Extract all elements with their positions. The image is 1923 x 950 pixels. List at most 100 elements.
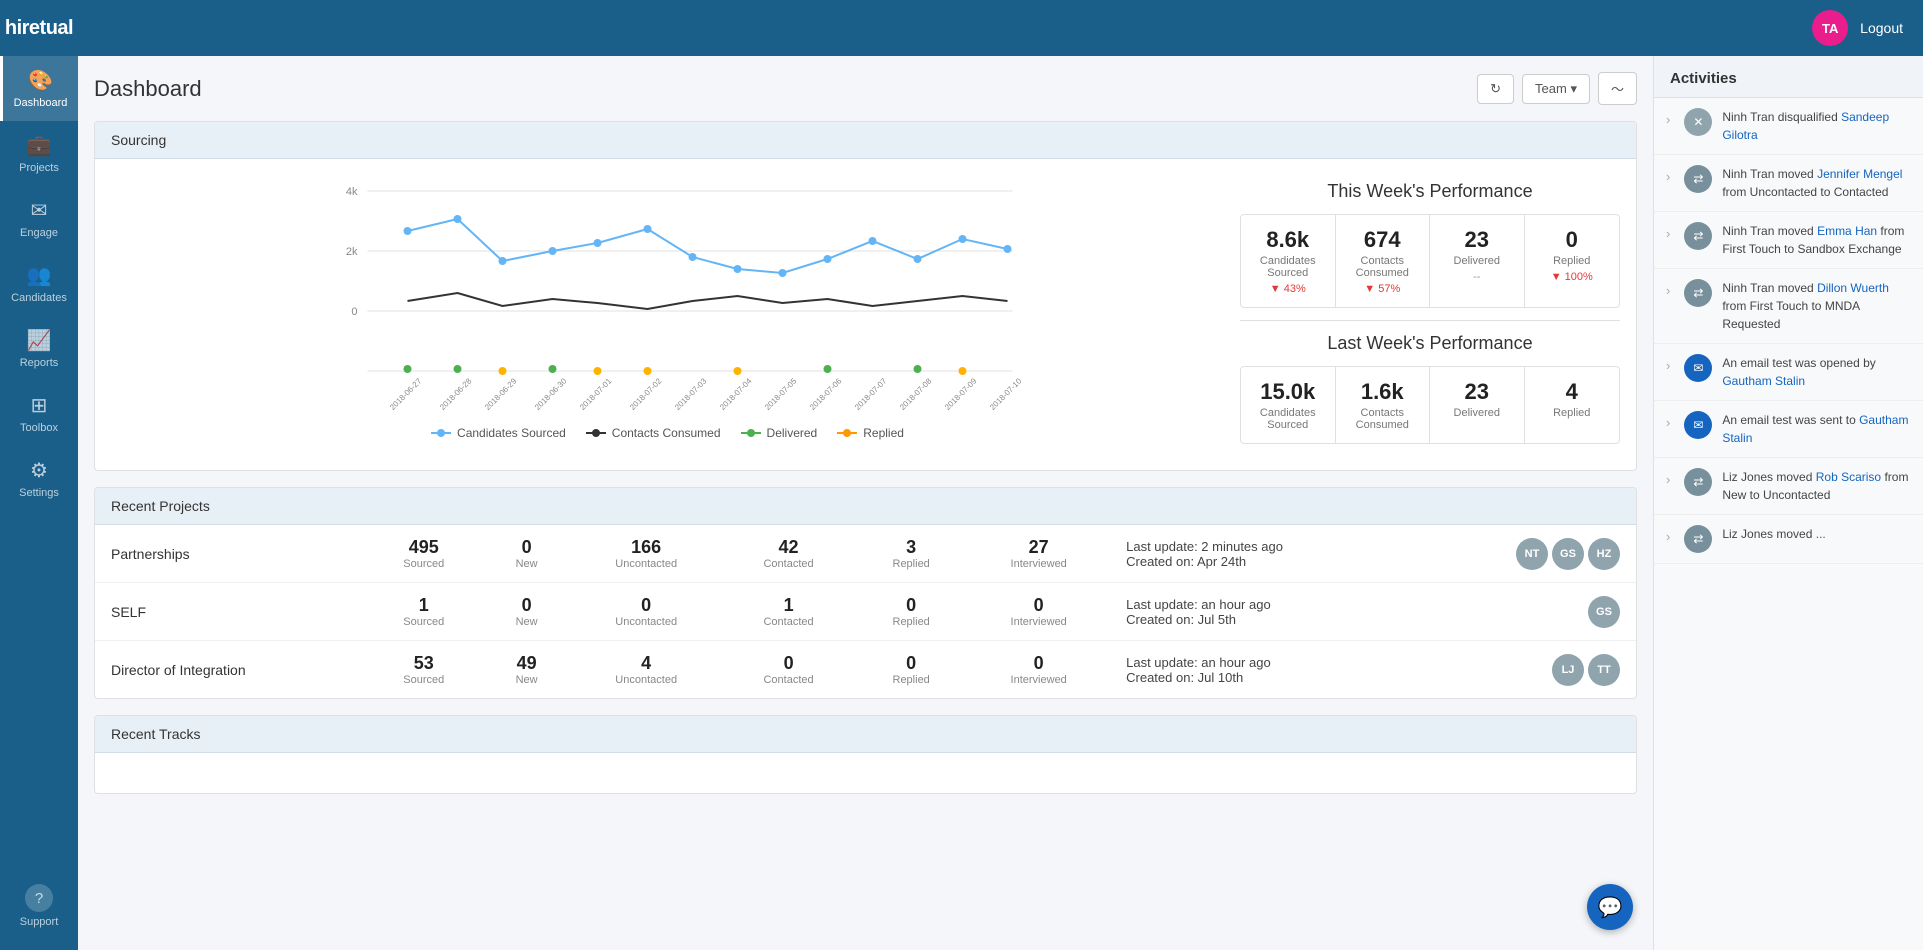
activity-link[interactable]: Gautham Stalin (1722, 413, 1908, 445)
sidebar-item-support[interactable]: ? Support (0, 872, 78, 940)
sidebar-bottom: ? Support (0, 872, 78, 950)
sidebar-item-settings[interactable]: ⚙ Settings (0, 446, 78, 511)
sidebar-item-candidates[interactable]: 👥 Candidates (0, 251, 78, 316)
activity-text: Ninh Tran disqualified Sandeep Gilotra (1722, 108, 1911, 144)
recent-projects-header: Recent Projects (95, 488, 1636, 525)
activity-text: Liz Jones moved ... (1722, 525, 1825, 543)
activity-text: Ninh Tran moved Dillon Wuerth from First… (1722, 279, 1911, 333)
table-row[interactable]: SELF 1 Sourced 0 New 0 Uncontacted 1 Con… (95, 583, 1636, 641)
project-avatars: NTGSHZ (1416, 525, 1636, 583)
page-header: Dashboard ↻ Team ▾ 〜 (94, 72, 1637, 105)
project-meta: Last update: an hour ago Created on: Jul… (1110, 641, 1416, 699)
activity-item: › ⇄ Ninh Tran moved Emma Han from First … (1654, 212, 1923, 269)
disqualify-icon: ✕ (1684, 108, 1712, 136)
activity-link[interactable]: Emma Han (1817, 224, 1877, 238)
avatar: TT (1588, 654, 1620, 686)
this-week-title: This Week's Performance (1240, 181, 1620, 202)
recent-tracks-card: Recent Tracks (94, 715, 1637, 794)
legend-contacts-consumed: Contacts Consumed (586, 426, 721, 440)
legend-candidates-sourced: Candidates Sourced (431, 426, 566, 440)
activity-link[interactable]: Dillon Wuerth (1817, 281, 1889, 295)
line-chart-svg: 4k 2k 0 (111, 171, 1224, 411)
main-content-area: Dashboard ↻ Team ▾ 〜 Sourcing (78, 56, 1653, 950)
activities-title: Activities (1654, 56, 1923, 98)
svg-text:2k: 2k (346, 246, 358, 258)
chevron-right-icon: › (1666, 226, 1670, 241)
svg-text:2018-07-01: 2018-07-01 (578, 376, 614, 411)
stat-uncontacted: 0 Uncontacted (570, 583, 722, 641)
svg-text:2018-07-03: 2018-07-03 (673, 376, 709, 411)
activity-link[interactable]: Rob Scariso (1816, 470, 1881, 484)
activities-panel: Activities › ✕ Ninh Tran disqualified Sa… (1653, 56, 1923, 950)
sidebar-item-engage[interactable]: ✉ Engage (0, 186, 78, 251)
svg-text:2018-06-27: 2018-06-27 (388, 376, 424, 411)
refresh-button[interactable]: ↻ (1477, 74, 1514, 104)
avatar: LJ (1552, 654, 1584, 686)
sidebar: 🎨 Dashboard 💼 Projects ✉ Engage 👥 Candid… (0, 56, 78, 950)
sidebar-item-label: Engage (20, 227, 58, 239)
chevron-right-icon: › (1666, 169, 1670, 184)
activity-item: › ⇄ Liz Jones moved ... (1654, 515, 1923, 564)
sourcing-card: Sourcing 4k 2k 0 (94, 121, 1637, 471)
activity-text: An email test was opened by Gautham Stal… (1722, 354, 1911, 390)
activity-link[interactable]: Gautham Stalin (1722, 374, 1805, 388)
project-name: Director of Integration (111, 662, 246, 678)
sidebar-item-label: Toolbox (20, 422, 58, 434)
svg-text:4k: 4k (346, 186, 358, 198)
settings-icon: ⚙ (30, 458, 48, 483)
stat-interviewed: 0 Interviewed (967, 583, 1110, 641)
svg-text:2018-07-09: 2018-07-09 (943, 376, 979, 411)
svg-text:2018-07-08: 2018-07-08 (898, 376, 934, 411)
move-icon: ⇄ (1684, 468, 1712, 496)
activity-link[interactable]: Sandeep Gilotra (1722, 110, 1889, 142)
activity-text: Ninh Tran moved Emma Han from First Touc… (1722, 222, 1911, 258)
activity-toggle-button[interactable]: 〜 (1598, 72, 1637, 105)
activity-link[interactable]: ... (1816, 527, 1826, 541)
this-week-replied: 0 Replied ▼ 100% (1525, 215, 1620, 307)
app-logo: hiretual (5, 17, 73, 40)
activity-item: › ⇄ Liz Jones moved Rob Scariso from New… (1654, 458, 1923, 515)
chat-icon: 💬 (1598, 895, 1623, 920)
sidebar-item-toolbox[interactable]: ⊞ Toolbox (0, 381, 78, 446)
page-title: Dashboard (94, 76, 1477, 102)
sidebar-item-label: Dashboard (14, 97, 68, 109)
activity-text: Ninh Tran moved Jennifer Mengel from Unc… (1722, 165, 1911, 201)
legend-replied: Replied (837, 426, 904, 440)
svg-text:2018-06-28: 2018-06-28 (438, 376, 474, 411)
avatar: GS (1588, 596, 1620, 628)
support-icon: ? (25, 884, 53, 912)
project-name: Partnerships (111, 546, 190, 562)
chat-bubble[interactable]: 💬 (1587, 884, 1633, 930)
svg-text:2018-06-30: 2018-06-30 (533, 376, 569, 411)
sourcing-card-header: Sourcing (95, 122, 1636, 159)
svg-text:2018-07-10: 2018-07-10 (988, 376, 1024, 411)
table-row[interactable]: Partnerships 495 Sourced 0 New 166 Uncon… (95, 525, 1636, 583)
chevron-right-icon: › (1666, 358, 1670, 373)
sidebar-item-projects[interactable]: 💼 Projects (0, 121, 78, 186)
chevron-right-icon: › (1666, 415, 1670, 430)
sidebar-item-label: Projects (19, 162, 59, 174)
stat-contacted: 1 Contacted (722, 583, 855, 641)
stat-new: 0 New (483, 525, 570, 583)
svg-text:0: 0 (351, 306, 357, 318)
sidebar-item-dashboard[interactable]: 🎨 Dashboard (0, 56, 78, 121)
user-avatar[interactable]: TA (1812, 10, 1848, 46)
recent-tracks-empty (95, 753, 1636, 793)
sidebar-item-reports[interactable]: 📈 Reports (0, 316, 78, 381)
project-meta: Last update: 2 minutes ago Created on: A… (1110, 525, 1416, 583)
svg-text:2018-07-05: 2018-07-05 (763, 376, 799, 411)
sidebar-item-label: Reports (20, 357, 59, 369)
avatar: HZ (1588, 538, 1620, 570)
logout-button[interactable]: Logout (1860, 20, 1903, 36)
recent-projects-card: Recent Projects Partnerships 495 Sourced… (94, 487, 1637, 699)
activity-text: Liz Jones moved Rob Scariso from New to … (1722, 468, 1911, 504)
stat-replied: 3 Replied (855, 525, 967, 583)
last-week-delivered: 23 Delivered (1430, 367, 1525, 443)
table-row[interactable]: Director of Integration 53 Sourced 49 Ne… (95, 641, 1636, 699)
activity-item: › ✉ An email test was sent to Gautham St… (1654, 401, 1923, 458)
projects-icon: 💼 (27, 133, 52, 158)
activity-link[interactable]: Jennifer Mengel (1817, 167, 1902, 181)
svg-text:2018-06-29: 2018-06-29 (483, 376, 519, 411)
team-dropdown-button[interactable]: Team ▾ (1522, 74, 1590, 104)
sidebar-item-label: Candidates (11, 292, 67, 304)
